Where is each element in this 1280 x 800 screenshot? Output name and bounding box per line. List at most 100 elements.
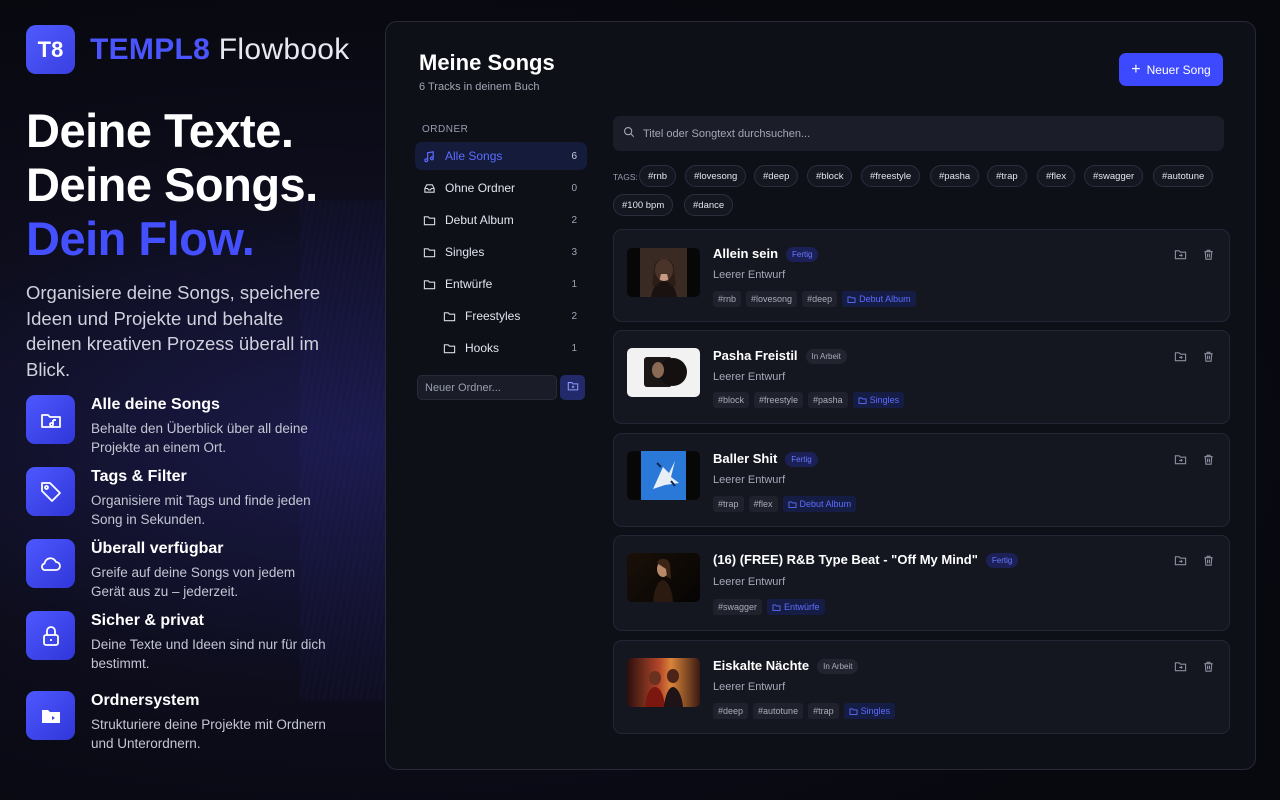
new-song-label: Neuer Song [1146, 62, 1211, 77]
music-note-icon [423, 149, 437, 163]
tag-filter-chip[interactable]: #block [807, 165, 853, 187]
folder-icon [849, 707, 858, 715]
folder-plus-icon [567, 379, 579, 397]
delete-icon[interactable] [1201, 659, 1215, 673]
folder-icon [858, 396, 867, 404]
search-input[interactable] [643, 127, 1214, 140]
song-title-text: Baller Shit [713, 451, 778, 466]
tag-filter-chip[interactable]: #lovesong [685, 165, 747, 187]
song-title: Baller Shit Fertig [713, 451, 818, 468]
hero-headline: Deine Texte. Deine Songs. Dein Flow. [26, 104, 366, 266]
feature-item: Sicher & privat Deine Texte und Ideen si… [26, 611, 331, 673]
hero-line-2: Deine Songs. [26, 158, 318, 211]
song-tags: #rnb #lovesong #deep Debut Album [713, 291, 916, 307]
delete-icon[interactable] [1201, 452, 1215, 466]
tag-filter-chip[interactable]: #rnb [639, 165, 677, 187]
song-tag: #block [713, 392, 750, 408]
folder-label: Ohne Ordner [445, 181, 516, 195]
move-to-folder-icon[interactable] [1173, 349, 1187, 363]
feature-title: Sicher & privat [91, 612, 204, 629]
feature-item: Überall verfügbar Greife auf deine Songs… [26, 539, 331, 601]
page-title: Meine Songs [419, 50, 555, 75]
tag-filter-chip[interactable]: #flex [1037, 165, 1076, 187]
folder-item-entwuerfe[interactable]: Entwürfe 1 [415, 270, 587, 298]
tag-filter-chip[interactable]: #dance [684, 194, 734, 216]
delete-icon[interactable] [1201, 349, 1215, 363]
cloud-icon [26, 539, 75, 588]
tag-filter-chip[interactable]: #swagger [1084, 165, 1144, 187]
folder-count: 2 [571, 214, 577, 226]
search-icon [623, 125, 635, 143]
status-badge: Fertig [785, 452, 818, 468]
delete-icon[interactable] [1201, 553, 1215, 567]
song-tags: #deep #autotune #trap Singles [713, 703, 896, 719]
tag-filter-chip[interactable]: #deep [754, 165, 799, 187]
tags-label: TAGS: [613, 172, 638, 182]
song-folder-badge: Debut Album [842, 291, 916, 307]
song-tags: #block #freestyle #pasha Singles [713, 392, 905, 408]
move-to-folder-icon[interactable] [1173, 553, 1187, 567]
delete-icon[interactable] [1201, 247, 1215, 261]
status-badge: In Arbeit [805, 349, 847, 365]
hero-line-1: Deine Texte. [26, 104, 294, 157]
song-card[interactable]: Eiskalte Nächte In Arbeit Leerer Entwurf … [613, 640, 1230, 734]
song-subtitle: Leerer Entwurf [713, 681, 786, 693]
tag-filter-chip[interactable]: #freestyle [861, 165, 921, 187]
song-card[interactable]: Allein sein Fertig Leerer Entwurf #rnb #l… [613, 229, 1230, 322]
song-folder-label: Debut Album [799, 499, 852, 509]
hero-line-3: Dein Flow. [26, 212, 255, 265]
song-subtitle: Leerer Entwurf [713, 576, 786, 588]
folder-item-ohne-ordner[interactable]: Ohne Ordner 0 [415, 174, 587, 202]
tag-filter-chip[interactable]: #100 bpm [613, 194, 674, 216]
folder-icon [26, 691, 75, 740]
tag-filter-chip[interactable]: #trap [987, 165, 1027, 187]
song-card[interactable]: Pasha Freistil In Arbeit Leerer Entwurf #… [613, 330, 1230, 424]
folder-count: 3 [571, 246, 577, 258]
tag-filter-chip[interactable]: #autotune [1153, 165, 1214, 187]
song-title-text: Pasha Freistil [713, 348, 798, 363]
folder-item-freestyles[interactable]: Freestyles 2 [435, 302, 587, 330]
song-tags: #trap #flex Debut Album [713, 496, 857, 512]
add-folder-button[interactable] [560, 375, 585, 400]
intro-text: Organisiere deine Songs, speichere Ideen… [26, 282, 321, 380]
move-to-folder-icon[interactable] [1173, 452, 1187, 466]
new-song-button[interactable]: + Neuer Song [1119, 53, 1223, 86]
song-tag: #deep [802, 291, 838, 307]
folder-count: 2 [571, 310, 577, 322]
new-folder-input[interactable] [417, 375, 557, 400]
song-cover-image [627, 248, 700, 297]
tag-filter-chip[interactable]: #pasha [930, 165, 980, 187]
feature-title: Tags & Filter [91, 468, 187, 485]
song-tag: #deep [713, 703, 749, 719]
folder-item-singles[interactable]: Singles 3 [415, 238, 587, 266]
folder-item-hooks[interactable]: Hooks 1 [435, 334, 587, 362]
song-tag: #rnb [713, 291, 742, 307]
song-folder-badge: Entwürfe [767, 599, 825, 615]
song-subtitle: Leerer Entwurf [713, 269, 786, 281]
song-card[interactable]: Baller Shit Fertig Leerer Entwurf #trap #… [613, 433, 1230, 527]
lock-icon [26, 611, 75, 660]
feature-item: Ordnersystem Strukturiere deine Projekte… [26, 691, 331, 753]
track-count: 6 Tracks in deinem Buch [419, 81, 540, 93]
folder-item-alle-songs[interactable]: Alle Songs 6 [415, 142, 587, 170]
folder-item-debut-album[interactable]: Debut Album 2 [415, 206, 587, 234]
song-tag: #flex [748, 496, 778, 512]
folder-icon [788, 500, 797, 508]
song-subtitle: Leerer Entwurf [713, 474, 786, 486]
search-bar [613, 116, 1224, 151]
song-cover-image [627, 348, 700, 397]
folder-icon [847, 295, 856, 303]
music-folder-icon [26, 395, 75, 444]
move-to-folder-icon[interactable] [1173, 247, 1187, 261]
song-folder-badge: Singles [843, 703, 896, 719]
song-tag: #trap [808, 703, 839, 719]
move-to-folder-icon[interactable] [1173, 659, 1187, 673]
folder-icon [423, 277, 437, 291]
folder-icon [443, 309, 457, 323]
brand-name-bold: TEMPL8 [90, 32, 211, 66]
status-badge: Fertig [786, 247, 819, 263]
song-card[interactable]: (16) (FREE) R&B Type Beat - "Off My Mind… [613, 535, 1230, 631]
song-tags: #swagger Entwürfe [713, 599, 825, 615]
feature-title: Überall verfügbar [91, 540, 224, 557]
card-actions [1173, 659, 1215, 673]
